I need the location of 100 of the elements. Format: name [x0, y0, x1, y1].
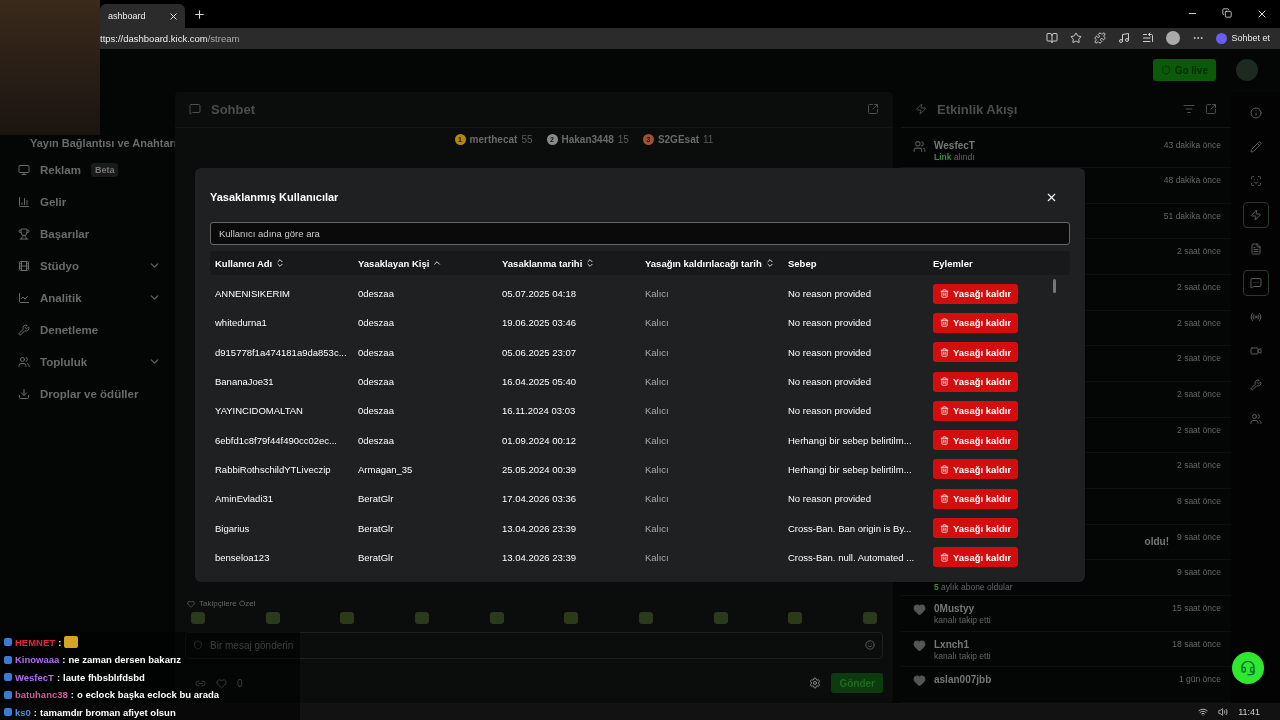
- emote-image[interactable]: [340, 612, 355, 624]
- activity-time: 2 saat önce: [1177, 424, 1221, 435]
- unban-button[interactable]: Yasağı kaldır: [933, 430, 1019, 451]
- emoji-icon[interactable]: [865, 640, 875, 650]
- trash-icon: [940, 347, 949, 357]
- activity-user: oldu!: [1144, 535, 1170, 547]
- lightning-icon: [1249, 208, 1262, 221]
- activity-time: 2 saat önce: [1177, 389, 1221, 400]
- sort-ascending-icon[interactable]: [432, 258, 443, 268]
- chat-message: ne zaman dersen bakarız: [68, 654, 181, 666]
- wifi-icon: [1198, 706, 1209, 717]
- new-tab-icon[interactable]: [193, 7, 206, 21]
- activity-time: 1 gün önce: [1178, 674, 1221, 685]
- popout-icon[interactable]: [1205, 103, 1217, 115]
- rail-button[interactable]: [1242, 201, 1269, 228]
- reader-icon[interactable]: [1046, 32, 1059, 45]
- followers-only-label: Takipçilere Özel: [199, 599, 256, 608]
- column-header[interactable]: Yasaklanma tarihi: [502, 257, 645, 269]
- camera-icon: [1249, 174, 1262, 187]
- activity-user: WesfecT: [934, 139, 976, 151]
- unban-button[interactable]: Yasağı kaldır: [933, 400, 1019, 421]
- emote-image[interactable]: [564, 612, 579, 624]
- column-header[interactable]: Yasağın kaldırılacağı tarih: [645, 257, 788, 269]
- profile-avatar[interactable]: [1166, 31, 1181, 46]
- emote-image[interactable]: [414, 612, 429, 624]
- event-icon: [913, 139, 926, 153]
- table-cell-text: Kalıcı: [645, 551, 670, 563]
- table-cell-text: Kalıcı: [645, 405, 670, 417]
- table-cell-text: 05.06.2025 23:07: [502, 346, 577, 358]
- unban-button[interactable]: Yasağı kaldır: [933, 518, 1019, 538]
- table-cell-text: 16.04.2025 05:40: [502, 376, 577, 388]
- sort-icon[interactable]: [585, 258, 596, 268]
- chat-username: ks0: [15, 706, 31, 718]
- filter-icon[interactable]: [1183, 103, 1195, 115]
- activity-user: aslan007jbb: [934, 674, 993, 686]
- settings-icon[interactable]: [809, 677, 822, 689]
- menu-icon: [18, 291, 30, 304]
- address-field[interactable]: ttps://dashboard.kick.com/stream: [100, 32, 1035, 44]
- sort-icon[interactable]: [275, 258, 286, 268]
- media-icon[interactable]: [1118, 32, 1131, 45]
- rail-button[interactable]: [1242, 269, 1269, 296]
- info-icon: [1249, 106, 1262, 119]
- column-header[interactable]: Yasaklayan Kişi: [358, 257, 502, 269]
- column-header[interactable]: Eylemler: [933, 257, 1070, 269]
- unban-button[interactable]: Yasağı kaldır: [933, 283, 1019, 304]
- sidebar-item[interactable]: Reklam Beta: [0, 153, 175, 186]
- headset-icon: [1240, 660, 1256, 676]
- emote-image[interactable]: [713, 612, 728, 624]
- activity-detail: kanalı takip etti: [934, 650, 992, 661]
- sidebar-item[interactable]: Başarılar: [0, 217, 175, 250]
- lightning-icon: [915, 103, 927, 115]
- table-cell-text: Cross-Ban. Ban origin is By...: [788, 522, 913, 534]
- star-icon[interactable]: [1070, 32, 1083, 45]
- user-avatar[interactable]: [1236, 59, 1258, 81]
- browser-tab[interactable]: ashboard: [100, 4, 185, 28]
- unban-button[interactable]: Yasağı kaldır: [933, 342, 1019, 363]
- column-header[interactable]: Kullanıcı Adı: [215, 257, 358, 269]
- extensions-icon[interactable]: [1094, 32, 1107, 45]
- trash-icon: [940, 406, 949, 416]
- table-cell-text: BeratGlr: [358, 522, 395, 534]
- table-cell-text: 0deszaa: [358, 317, 395, 329]
- sidebar-item[interactable]: Analitik: [0, 281, 175, 314]
- activity-time: 18 saat önce: [1172, 638, 1221, 649]
- unban-button[interactable]: Yasağı kaldır: [933, 547, 1019, 568]
- emote-image[interactable]: [265, 612, 280, 624]
- emote-image[interactable]: [638, 612, 653, 624]
- favorites-icon[interactable]: [1142, 32, 1155, 45]
- unban-button[interactable]: Yasağı kaldır: [933, 312, 1019, 333]
- sidebar-item[interactable]: Yayın Bağlantısı ve Anahtarı: [0, 131, 175, 154]
- emote-image[interactable]: [788, 612, 803, 624]
- unban-button[interactable]: Yasağı kaldır: [933, 371, 1019, 392]
- table-cell-text: Kalıcı: [645, 317, 670, 329]
- sidebar-item[interactable]: Gelir: [0, 185, 175, 218]
- sidebar-item[interactable]: Droplar ve ödüller: [0, 377, 175, 410]
- trash-icon: [940, 377, 949, 387]
- close-icon[interactable]: [1256, 8, 1268, 20]
- chat-username: batuhanc38: [15, 689, 68, 701]
- table-cell-text: 0deszaa: [358, 434, 395, 446]
- close-icon[interactable]: [168, 10, 179, 22]
- trash-icon: [940, 435, 949, 445]
- activity-time: 2 saat önce: [1177, 317, 1221, 328]
- panel-title: Sohbet: [211, 101, 257, 117]
- chat-username: HEMNET: [15, 636, 56, 648]
- emote-image[interactable]: [489, 612, 504, 624]
- restore-icon[interactable]: [1222, 8, 1232, 18]
- sidebar-item[interactable]: Stüdyo: [0, 249, 175, 282]
- column-header[interactable]: Sebep: [788, 257, 933, 269]
- chat-icon: [189, 103, 201, 115]
- chat-message: o eclock başka eclock bu arada: [76, 689, 219, 701]
- emote-image[interactable]: [191, 612, 205, 624]
- search-field[interactable]: Kullanıcı adına göre ara: [210, 222, 1070, 245]
- emote-image[interactable]: [862, 612, 877, 624]
- menu-icon: [18, 323, 30, 336]
- unban-button[interactable]: Yasağı kaldır: [933, 488, 1019, 509]
- sort-icon[interactable]: [764, 258, 775, 268]
- sidebar-item[interactable]: Denetleme: [0, 313, 175, 346]
- copilot-button[interactable]: Sohbet et: [1216, 32, 1270, 44]
- popout-icon[interactable]: [867, 103, 879, 115]
- sidebar-item[interactable]: Topluluk: [0, 345, 175, 378]
- unban-button[interactable]: Yasağı kaldır: [933, 459, 1019, 480]
